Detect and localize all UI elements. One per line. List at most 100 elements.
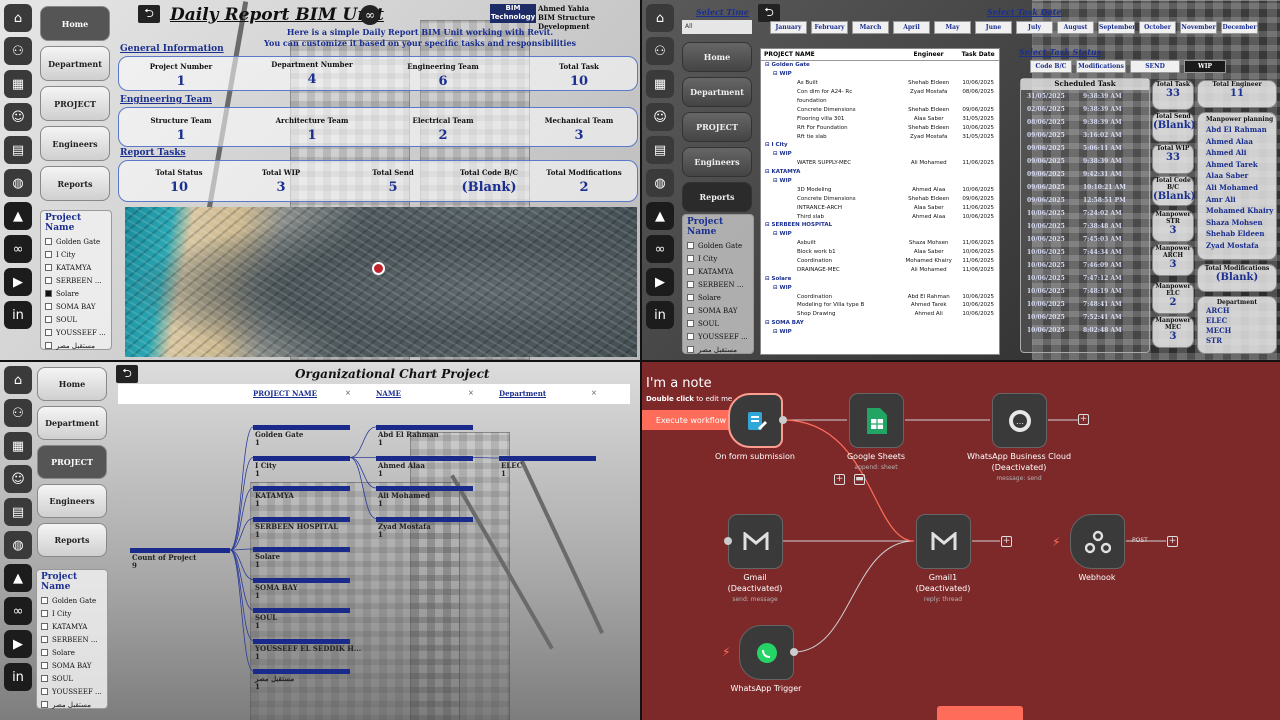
table-group-row[interactable]: ⊟ WIP bbox=[761, 230, 999, 239]
scheduled-task-row[interactable]: 10/06/2025 7:52:41 AM bbox=[1021, 311, 1149, 324]
status-chip[interactable]: Code B/C bbox=[1030, 60, 1072, 73]
org-project-node[interactable]: مستقبل مصر 1 bbox=[255, 675, 294, 691]
nav-project[interactable]: PROJECT bbox=[40, 86, 110, 121]
table-group-row[interactable]: ⊟ WIP bbox=[761, 70, 999, 79]
slicer-item[interactable]: KATAMYA bbox=[687, 265, 749, 278]
org-project-node[interactable]: KATAMYA 1 bbox=[255, 492, 294, 508]
youtube-icon[interactable]: ▶ bbox=[4, 268, 32, 296]
nav-department[interactable]: Department bbox=[40, 46, 110, 81]
home-icon[interactable]: ⌂ bbox=[4, 4, 32, 32]
node-webhook[interactable] bbox=[1070, 514, 1125, 569]
table-row[interactable]: Con dim for A24- Rc Zyad Mostafa 08/06/202… bbox=[761, 88, 999, 97]
scheduled-task-row[interactable]: 02/06/2025 9:38:39 AM bbox=[1021, 103, 1149, 116]
table-row[interactable]: foundation bbox=[761, 97, 999, 106]
org-department-node[interactable]: ELEC 1 bbox=[501, 462, 522, 478]
org-project-node[interactable]: SOMA BAY 1 bbox=[255, 583, 298, 600]
nav-engineers[interactable]: Engineers bbox=[40, 126, 110, 161]
table-group-row[interactable]: ⊟ SERBEEN HOSPITAL bbox=[761, 221, 999, 230]
month-chip[interactable]: October bbox=[1139, 21, 1176, 34]
department-item[interactable]: ELEC bbox=[1198, 316, 1276, 326]
checkbox-icon[interactable] bbox=[687, 307, 694, 314]
org-project-node[interactable]: Golden Gate 1 bbox=[255, 431, 303, 447]
slicer-item[interactable]: I City bbox=[687, 252, 749, 265]
engineer-item[interactable]: Mohamed Khairy bbox=[1198, 206, 1276, 218]
table-row[interactable]: Rft For Foundation Shehab Eldeen 10/06/202… bbox=[761, 123, 999, 132]
month-chip[interactable]: August bbox=[1057, 21, 1094, 34]
table-group-row[interactable]: ⊟ I City bbox=[761, 141, 999, 150]
slicer-item[interactable]: SOUL bbox=[687, 317, 749, 330]
youtube-icon[interactable]: ▶ bbox=[646, 268, 674, 296]
report-icon[interactable]: ▤ bbox=[4, 136, 32, 164]
checkbox-icon[interactable] bbox=[687, 242, 694, 249]
node-whatsapp-trigger[interactable] bbox=[739, 625, 794, 680]
scheduled-task-row[interactable]: 31/05/2025 9:38:39 AM bbox=[1021, 90, 1149, 103]
table-row[interactable]: Concrete Dimensions Shehab Eldeen 09/06/20… bbox=[761, 194, 999, 203]
nav-engineers[interactable]: Engineers bbox=[682, 147, 752, 177]
link-icon[interactable]: ∞ bbox=[360, 5, 380, 25]
bottom-panel-tab[interactable] bbox=[937, 706, 1023, 720]
engineer-icon[interactable]: ☺ bbox=[646, 103, 674, 131]
back-arrow-icon[interactable]: ⮌ bbox=[138, 5, 160, 23]
checkbox-icon[interactable] bbox=[45, 251, 52, 258]
nav-department[interactable]: Department bbox=[682, 77, 752, 107]
month-chip[interactable]: December bbox=[1221, 21, 1258, 34]
node-gmail1[interactable] bbox=[916, 514, 971, 569]
checkbox-icon[interactable] bbox=[45, 238, 52, 245]
node-google-sheets[interactable] bbox=[849, 393, 904, 448]
month-chip[interactable]: September bbox=[1098, 21, 1135, 34]
node-gmail[interactable] bbox=[728, 514, 783, 569]
month-chip[interactable]: July bbox=[1016, 21, 1053, 34]
scheduled-task-row[interactable]: 10/06/2025 7:48:41 AM bbox=[1021, 298, 1149, 311]
table-row[interactable]: Modeling for Villa type B Ahmed Tarek 10/0… bbox=[761, 301, 999, 310]
org-name-node[interactable]: Ali Mohamed 1 bbox=[378, 492, 430, 508]
slicer-item[interactable]: Golden Gate bbox=[687, 239, 749, 252]
checkbox-icon[interactable] bbox=[45, 303, 52, 310]
table-group-row[interactable]: ⊟ Solare bbox=[761, 274, 999, 283]
table-row[interactable]: Coordination Mohamed Khairy 11/06/2025 bbox=[761, 257, 999, 266]
report-icon[interactable]: ▤ bbox=[646, 136, 674, 164]
table-row[interactable]: INTRANCE-ARCH Alaa Saber 11/06/2025 bbox=[761, 203, 999, 212]
nav-home[interactable]: Home bbox=[40, 6, 110, 41]
scheduled-task-row[interactable]: 10/06/2025 7:48:19 AM bbox=[1021, 285, 1149, 298]
table-row[interactable]: Block work b1 Alaa Saber 10/06/2025 bbox=[761, 248, 999, 257]
slicer-item[interactable]: KATAMYA bbox=[45, 261, 107, 274]
nav-reports[interactable]: Reports bbox=[40, 166, 110, 201]
org-project-node-bar[interactable] bbox=[253, 516, 350, 522]
org-name-node-bar[interactable] bbox=[376, 516, 473, 522]
scheduled-task-row[interactable]: 08/06/2025 9:38:39 AM bbox=[1021, 116, 1149, 129]
engineer-item[interactable]: Ahmed Tarek bbox=[1198, 160, 1276, 172]
slicer-item[interactable]: YOUSSEEF ... bbox=[45, 326, 107, 339]
org-project-node[interactable]: Solare 1 bbox=[255, 553, 280, 569]
scheduled-task-row[interactable]: 10/06/2025 7:38:48 AM bbox=[1021, 220, 1149, 233]
link-icon[interactable]: ∞ bbox=[4, 235, 32, 263]
table-row[interactable]: As Built Shehab Eldeen 10/06/2025 bbox=[761, 79, 999, 88]
table-row[interactable]: Concrete Dimensions Shehab Eldeen 09/06/20… bbox=[761, 105, 999, 114]
checkbox-icon[interactable] bbox=[687, 268, 694, 275]
building-icon[interactable]: ▦ bbox=[4, 70, 32, 98]
month-chip[interactable]: June bbox=[975, 21, 1012, 34]
slicer-item[interactable]: Solare bbox=[687, 291, 749, 304]
table-group-row[interactable]: ⊟ WIP bbox=[761, 283, 999, 292]
globe-icon[interactable]: ◍ bbox=[646, 169, 674, 197]
org-name-node[interactable]: Abd El Rahman 1 bbox=[378, 431, 439, 447]
slicer-item[interactable]: مستقبل مصر bbox=[45, 339, 107, 352]
slicer-item[interactable]: SOMA BAY bbox=[45, 300, 107, 313]
engineer-item[interactable]: Abd El Rahman bbox=[1198, 125, 1276, 137]
scheduled-task-row[interactable]: 10/06/2025 7:44:34 AM bbox=[1021, 246, 1149, 259]
checkbox-icon[interactable] bbox=[687, 320, 694, 327]
node-output-handle[interactable] bbox=[790, 648, 798, 656]
org-project-node[interactable]: SERBEEN HOSPITAL 1 bbox=[255, 522, 338, 539]
table-row[interactable]: 3D Modeling Ahmed Alaa 10/06/2025 bbox=[761, 185, 999, 194]
node-input-handle[interactable] bbox=[724, 537, 732, 545]
month-chip[interactable]: May bbox=[934, 21, 971, 34]
org-name-node[interactable]: Zyad Mostafa 1 bbox=[378, 522, 431, 539]
table-row[interactable]: Coordination Abd El Rahman 10/06/2025 bbox=[761, 292, 999, 301]
scheduled-task-row[interactable]: 09/06/2025 12:58:51 PM bbox=[1021, 194, 1149, 207]
engineer-item[interactable]: Ali Mohamed bbox=[1198, 183, 1276, 195]
scheduled-task-row[interactable]: 09/06/2025 9:38:39 AM bbox=[1021, 155, 1149, 168]
nav-project[interactable]: PROJECT bbox=[682, 112, 752, 142]
checkbox-icon[interactable] bbox=[45, 290, 52, 297]
add-node-icon[interactable]: + bbox=[834, 474, 845, 485]
link-icon[interactable]: ∞ bbox=[646, 235, 674, 263]
scheduled-task-row[interactable]: 09/06/2025 10:10:21 AM bbox=[1021, 181, 1149, 194]
